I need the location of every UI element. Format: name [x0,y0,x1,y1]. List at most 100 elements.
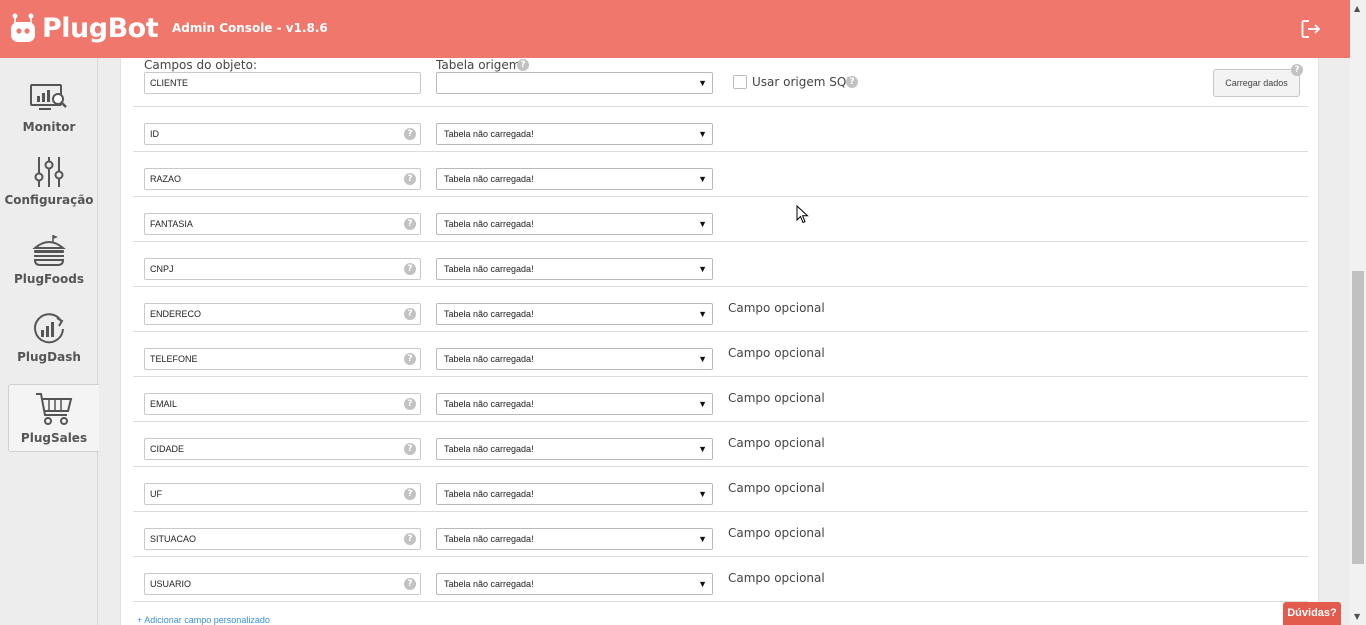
caret-down-icon: ▼ [698,579,707,589]
field-mapping-value: Tabela não carregada! [444,129,534,139]
field-mapping-select[interactable]: Tabela não carregada! ▼ [436,303,713,325]
field-mapping-select[interactable]: Tabela não carregada! ▼ [436,573,713,595]
optional-field-note: Campo opcional [728,301,825,315]
scroll-down-icon[interactable]: ▼ [1354,612,1360,621]
field-help-icon[interactable]: ? [404,308,416,320]
source-table-label: Tabela origem: [436,58,525,72]
sidebar-item-label: PlugFoods [14,272,84,286]
sidebar-item-plugdash[interactable]: PlugDash [0,312,98,364]
optional-field-note: Campo opcional [728,526,825,540]
caret-down-icon: ▼ [698,129,707,139]
scrollbar-thumb[interactable] [1352,271,1364,564]
burger-icon [32,235,66,266]
field-row: SITUACAO? Tabela não carregada! ▼ Campo opc… [133,511,1308,556]
brand-name: PlugBot [42,12,159,44]
field-mapping-value: Tabela não carregada! [444,489,534,499]
caret-down-icon: ▼ [698,219,707,229]
caret-down-icon: ▼ [698,174,707,184]
load-data-help-icon[interactable]: ? [1291,64,1303,76]
field-mapping-value: Tabela não carregada! [444,444,534,454]
field-help-icon[interactable]: ? [404,488,416,500]
load-data-button[interactable]: Carregar dados [1213,69,1300,97]
logout-icon[interactable] [1300,18,1322,40]
caret-down-icon: ▼ [698,78,707,88]
source-table-select[interactable]: ▼ [436,72,713,94]
row-divider [133,601,1308,602]
field-help-icon[interactable]: ? [404,443,416,455]
dashboard-icon [34,313,64,344]
sidebar-item-plugfoods[interactable]: PlugFoods [0,234,98,286]
caret-down-icon: ▼ [698,399,707,409]
robot-icon [11,13,35,42]
field-mapping-select[interactable]: Tabela não carregada! ▼ [436,168,713,190]
field-mapping-select[interactable]: Tabela não carregada! ▼ [436,258,713,280]
field-row: UF? Tabela não carregada! ▼ Campo opcional [133,466,1308,511]
use-sql-label: Usar origem SQL [752,75,853,89]
use-sql-help-icon[interactable]: ? [846,76,858,88]
sidebar: Monitor Configuração PlugFoods PlugDash … [0,58,99,625]
sidebar-item-configuracao[interactable]: Configuração [0,155,98,207]
field-mapping-select[interactable]: Tabela não carregada! ▼ [436,213,713,235]
field-mapping-select[interactable]: Tabela não carregada! ▼ [436,528,713,550]
field-help-icon[interactable]: ? [404,263,416,275]
field-row: ID? Tabela não carregada! ▼ [133,106,1308,151]
field-help-icon[interactable]: ? [404,533,416,545]
field-mapping-value: Tabela não carregada! [444,354,534,364]
optional-field-note: Campo opcional [728,391,825,405]
field-help-icon[interactable]: ? [404,398,416,410]
caret-down-icon: ▼ [698,444,707,454]
field-help-icon[interactable]: ? [404,128,416,140]
app-header: PlugBot Admin Console - v1.8.6 [0,0,1350,58]
field-mapping-select[interactable]: Tabela não carregada! ▼ [436,123,713,145]
page-scrollbar[interactable]: ▲ ▼ [1350,0,1366,625]
field-mapping-value: Tabela não carregada! [444,264,534,274]
field-name-input[interactable]: CNPJ [144,258,421,280]
field-mapping-value: Tabela não carregada! [444,309,534,319]
field-mapping-select[interactable]: Tabela não carregada! ▼ [436,348,713,370]
field-mapping-value: Tabela não carregada! [444,399,534,409]
field-row: TELEFONE? Tabela não carregada! ▼ Campo opc… [133,331,1308,376]
optional-field-note: Campo opcional [728,571,825,585]
field-name-input[interactable]: SITUACAO [144,528,421,550]
app-title: Admin Console - v1.8.6 [172,21,328,35]
field-name-input[interactable]: ID [144,123,421,145]
caret-down-icon: ▼ [698,354,707,364]
field-mapping-value: Tabela não carregada! [444,174,534,184]
field-name-input[interactable]: TELEFONE [144,348,421,370]
field-name-input[interactable]: ENDERECO [144,303,421,325]
field-name-input[interactable]: USUARIO [144,573,421,595]
field-mapping-select[interactable]: Tabela não carregada! ▼ [436,483,713,505]
field-mapping-select[interactable]: Tabela não carregada! ▼ [436,438,713,460]
cart-icon [36,393,73,425]
field-mapping-value: Tabela não carregada! [444,534,534,544]
field-name-input[interactable]: CIDADE [144,438,421,460]
monitor-icon [30,84,67,110]
source-table-help-icon[interactable]: ? [517,59,529,71]
field-name-input[interactable]: UF [144,483,421,505]
add-custom-field-link[interactable]: + Adicionar campo personalizado [137,615,270,625]
field-name-input[interactable]: RAZAO [144,168,421,190]
field-row: FANTASIA? Tabela não carregada! ▼ [133,196,1308,241]
field-mapping-value: Tabela não carregada! [444,219,534,229]
field-name-input[interactable]: FANTASIA [144,213,421,235]
caret-down-icon: ▼ [698,489,707,499]
field-help-icon[interactable]: ? [404,173,416,185]
sliders-icon [34,157,64,187]
help-button[interactable]: Dúvidas? [1283,602,1341,625]
field-name-input[interactable]: EMAIL [144,393,421,415]
field-help-icon[interactable]: ? [404,218,416,230]
caret-down-icon: ▼ [698,309,707,319]
field-row: CNPJ? Tabela não carregada! ▼ [133,241,1308,286]
field-help-icon[interactable]: ? [404,578,416,590]
field-mapping-select[interactable]: Tabela não carregada! ▼ [436,393,713,415]
use-sql-checkbox[interactable] [733,75,747,89]
sidebar-item-label: Monitor [22,120,76,134]
sidebar-item-monitor[interactable]: Monitor [0,82,98,134]
sidebar-item-plugsales[interactable]: PlugSales [8,384,99,452]
field-help-icon[interactable]: ? [404,353,416,365]
app-logo[interactable]: PlugBot [10,12,159,44]
scroll-up-icon[interactable]: ▲ [1354,4,1360,13]
optional-field-note: Campo opcional [728,436,825,450]
field-row: EMAIL? Tabela não carregada! ▼ Campo opcion… [133,376,1308,421]
object-name-input[interactable]: CLIENTE [144,72,421,94]
